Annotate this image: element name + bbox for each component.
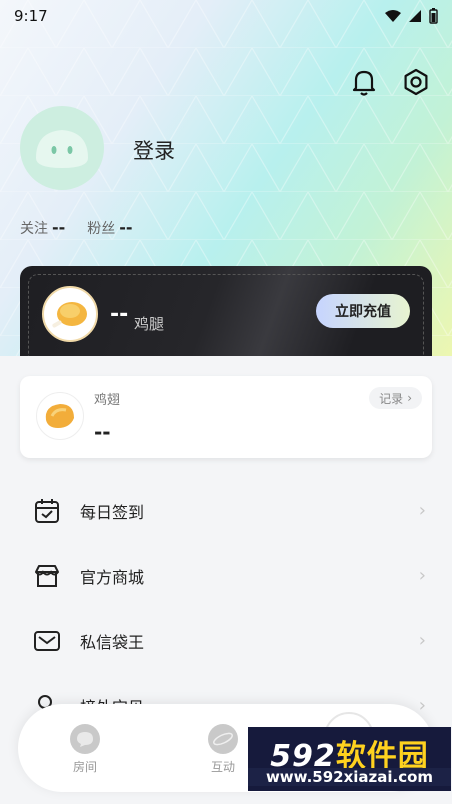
chevron-right-icon: › xyxy=(418,630,426,651)
drumstick-icon xyxy=(42,286,98,342)
bell-icon xyxy=(352,70,376,96)
status-time: 9:17 xyxy=(14,7,48,25)
battery-icon xyxy=(429,8,438,24)
menu-item-daily-checkin[interactable]: 每日签到 › xyxy=(0,478,452,543)
chicken-wing-icon xyxy=(36,392,84,440)
menu-label: 私信袋王 xyxy=(80,632,145,652)
chevron-right-icon: › xyxy=(418,500,426,521)
fans-label: 粉丝 xyxy=(87,221,116,237)
recharge-button[interactable]: 立即充值 xyxy=(316,294,410,328)
status-bar: 9:17 xyxy=(0,0,452,32)
watermark-url: www.592xiazai.com xyxy=(248,768,451,786)
wings-count: -- xyxy=(94,420,111,444)
wings-label: 鸡翅 xyxy=(94,393,121,408)
follow-stats: 关注 -- 粉丝 -- xyxy=(20,218,133,238)
record-button[interactable]: 记录 › xyxy=(369,387,422,409)
signal-icon xyxy=(409,10,421,22)
login-link[interactable]: 登录 xyxy=(133,135,175,165)
fans-count: -- xyxy=(119,218,133,237)
nav-label: 房间 xyxy=(72,760,97,774)
menu-item-private-messages[interactable]: 私信袋王 › xyxy=(0,608,452,673)
dumpling-avatar-icon xyxy=(36,130,88,168)
record-label: 记录 xyxy=(379,391,404,406)
menu-list: 每日签到 › 官方商城 › 私信袋王 › 榜外宝贝 › xyxy=(0,478,452,738)
gear-icon xyxy=(404,68,428,96)
store-icon xyxy=(32,561,62,591)
chevron-right-icon: › xyxy=(407,391,412,405)
settings-button[interactable] xyxy=(400,66,432,98)
menu-item-official-store[interactable]: 官方商城 › xyxy=(0,543,452,608)
chat-bubble-icon xyxy=(70,724,100,754)
nav-item-rooms[interactable]: 房间 xyxy=(70,724,100,775)
calendar-check-icon xyxy=(32,496,62,526)
planet-icon xyxy=(208,724,238,754)
wings-balance-card: 鸡翅 -- 记录 › xyxy=(20,376,432,458)
fans-stat[interactable]: 粉丝 -- xyxy=(87,218,132,238)
menu-label: 官方商城 xyxy=(80,567,145,587)
chevron-right-icon: › xyxy=(418,695,426,716)
menu-label: 每日签到 xyxy=(80,502,145,522)
following-label: 关注 xyxy=(20,221,48,237)
avatar[interactable] xyxy=(20,106,104,190)
wifi-icon xyxy=(385,10,401,22)
nav-item-interaction[interactable]: 互动 xyxy=(208,724,238,775)
drumstick-label: 鸡腿 xyxy=(134,315,165,333)
chevron-right-icon: › xyxy=(418,565,426,586)
drumstick-count: -- xyxy=(110,302,129,327)
notification-bell-button[interactable] xyxy=(348,66,380,98)
mail-icon xyxy=(32,626,62,656)
nav-label: 互动 xyxy=(210,760,235,774)
watermark-logo: 592软件园 www.592xiazai.com xyxy=(248,727,451,791)
following-stat[interactable]: 关注 -- xyxy=(20,218,65,238)
following-count: -- xyxy=(52,218,66,237)
